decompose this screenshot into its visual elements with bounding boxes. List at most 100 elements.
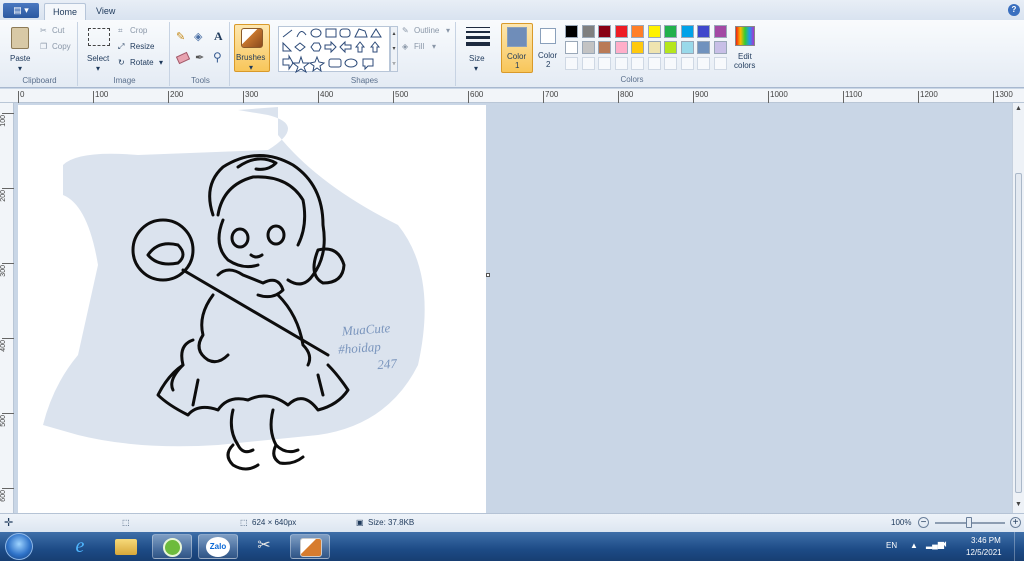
watermark-line3: 247 (377, 356, 398, 372)
zalo-icon[interactable]: Zalo (198, 534, 238, 559)
language-indicator[interactable]: EN (886, 541, 897, 550)
tab-view[interactable]: View (88, 3, 123, 20)
palette-swatch[interactable] (631, 41, 644, 54)
volume-icon[interactable]: 🔈︎ (943, 539, 949, 550)
ruler-tick (768, 91, 769, 103)
fill-label: Fill (414, 42, 425, 51)
fill-button[interactable]: ◈ Fill ▾ (402, 42, 454, 54)
custom-color-slot[interactable] (697, 57, 710, 70)
resize-icon: ⤢ (118, 42, 125, 51)
text-tool-icon[interactable]: A (214, 29, 223, 44)
shapes-gallery[interactable] (278, 26, 390, 73)
show-desktop-button[interactable] (1014, 532, 1024, 561)
start-orb-icon[interactable] (5, 533, 33, 560)
palette-swatch[interactable] (581, 41, 595, 54)
cut-label: Cut (52, 26, 65, 35)
custom-color-slot[interactable] (598, 57, 611, 70)
custom-color-slot[interactable] (647, 57, 661, 70)
select-button[interactable]: Select ▾ (84, 24, 114, 73)
palette-swatch[interactable] (647, 25, 661, 38)
file-explorer-icon[interactable] (106, 534, 146, 559)
rotate-button[interactable]: ↻ Rotate ▾ (118, 58, 168, 70)
palette-swatch[interactable] (647, 41, 661, 54)
zoom-in-button[interactable]: + (1010, 517, 1021, 528)
zoom-out-button[interactable]: − (918, 517, 929, 528)
ruler-tick (243, 91, 244, 103)
snipping-tool-icon[interactable]: ✂ (244, 534, 284, 559)
scroll-down-arrow[interactable]: ▼ (1015, 501, 1022, 508)
edit-colors-button[interactable]: Edit colors (731, 23, 761, 73)
palette-swatch[interactable] (631, 25, 644, 38)
rotate-icon: ↻ (118, 58, 125, 67)
color2-button[interactable]: Color 2 (535, 23, 563, 73)
internet-explorer-icon[interactable]: e (60, 534, 100, 559)
custom-color-slot[interactable] (631, 57, 644, 70)
scroll-thumb[interactable] (1015, 173, 1022, 493)
ruler-tick (93, 91, 94, 103)
size-button[interactable]: Size ▾ (460, 24, 496, 73)
paint-menu-button[interactable]: ▤ ▾ (3, 3, 39, 18)
green-app-icon[interactable] (152, 534, 192, 559)
color1-button[interactable]: Color 1 (501, 23, 533, 73)
palette-swatch[interactable] (680, 41, 694, 54)
tab-home[interactable]: Home (44, 3, 87, 20)
copy-button[interactable]: ❐ Copy (40, 42, 76, 54)
palette-swatch[interactable] (680, 25, 694, 38)
brushes-button[interactable]: Brushes ▾ (234, 24, 270, 72)
palette-swatch[interactable] (614, 25, 628, 38)
ruler-label: 500 (395, 90, 409, 99)
zoom-slider-thumb[interactable] (966, 517, 972, 528)
custom-color-slot[interactable] (680, 57, 694, 70)
color2-label: Color (538, 51, 558, 60)
paint-icon[interactable] (290, 534, 330, 559)
palette-swatch[interactable] (581, 25, 595, 38)
zoom-slider[interactable] (935, 517, 1005, 528)
custom-color-slot[interactable] (565, 57, 578, 70)
palette-swatch[interactable] (713, 41, 727, 54)
custom-color-slot[interactable] (713, 57, 727, 70)
palette-swatch[interactable] (697, 41, 710, 54)
magnifier-icon[interactable]: ⚲ (213, 50, 222, 64)
color-picker-icon[interactable]: ✒ (195, 51, 204, 64)
outline-icon: ✎ (402, 26, 409, 35)
paste-button[interactable]: Paste ▾ (6, 24, 36, 73)
help-icon[interactable]: ? (1008, 4, 1020, 16)
palette-swatch[interactable] (598, 25, 611, 38)
brushes-label: Brushes (236, 53, 266, 62)
shapes-gallery-icons (282, 28, 382, 73)
outline-button[interactable]: ✎ Outline ▾ (402, 26, 454, 38)
cut-button[interactable]: ✂ Cut (40, 26, 76, 38)
network-icon[interactable]: ▂▄▆ (926, 540, 944, 549)
crop-button[interactable]: ⌗ Crop (118, 26, 164, 38)
fill-bucket-icon[interactable]: ◈ (194, 30, 208, 44)
ribbon-tab-bar: ▤ ▾ Home View ? (0, 0, 1024, 20)
palette-swatch[interactable] (664, 25, 677, 38)
palette-swatch[interactable] (614, 41, 628, 54)
clipboard-group-label: Clipboard (22, 76, 57, 85)
palette-swatch[interactable] (598, 41, 611, 54)
custom-color-slot[interactable] (614, 57, 628, 70)
shapes-scroll[interactable]: ▴ ▾ ▿ (390, 26, 398, 72)
vertical-scrollbar[interactable]: ▲ ▼ (1012, 103, 1024, 513)
drawing-canvas[interactable]: MuaCute #hoidap 247 (18, 105, 486, 513)
canvas-resize-handle[interactable] (486, 273, 490, 277)
palette-swatch[interactable] (664, 41, 677, 54)
pencil-icon[interactable]: ✎ (176, 30, 190, 44)
palette-swatch[interactable] (565, 41, 578, 54)
palette-swatch[interactable] (713, 25, 727, 38)
resize-button[interactable]: ⤢ Resize (118, 42, 164, 54)
ruler-label: 600 (470, 90, 484, 99)
palette-swatch[interactable] (697, 25, 710, 38)
show-hidden-icons-icon[interactable]: ▲ (910, 541, 918, 550)
zalo-label: Zalo (206, 537, 230, 557)
ruler-label: 1300 (995, 90, 1013, 99)
clock-date[interactable]: 12/5/2021 (966, 548, 1002, 557)
custom-color-slot[interactable] (664, 57, 677, 70)
eraser-icon[interactable] (175, 51, 191, 65)
windows-taskbar: e Zalo ✂ EN ▲ ▂▄▆ 🔈︎ 3:46 PM 12/5/2021 (0, 532, 1024, 561)
clock-time[interactable]: 3:46 PM (971, 536, 1001, 545)
ruler-label: 500 (0, 415, 7, 427)
custom-color-slot[interactable] (581, 57, 595, 70)
scroll-up-arrow[interactable]: ▲ (1015, 105, 1022, 112)
palette-swatch[interactable] (565, 25, 578, 38)
